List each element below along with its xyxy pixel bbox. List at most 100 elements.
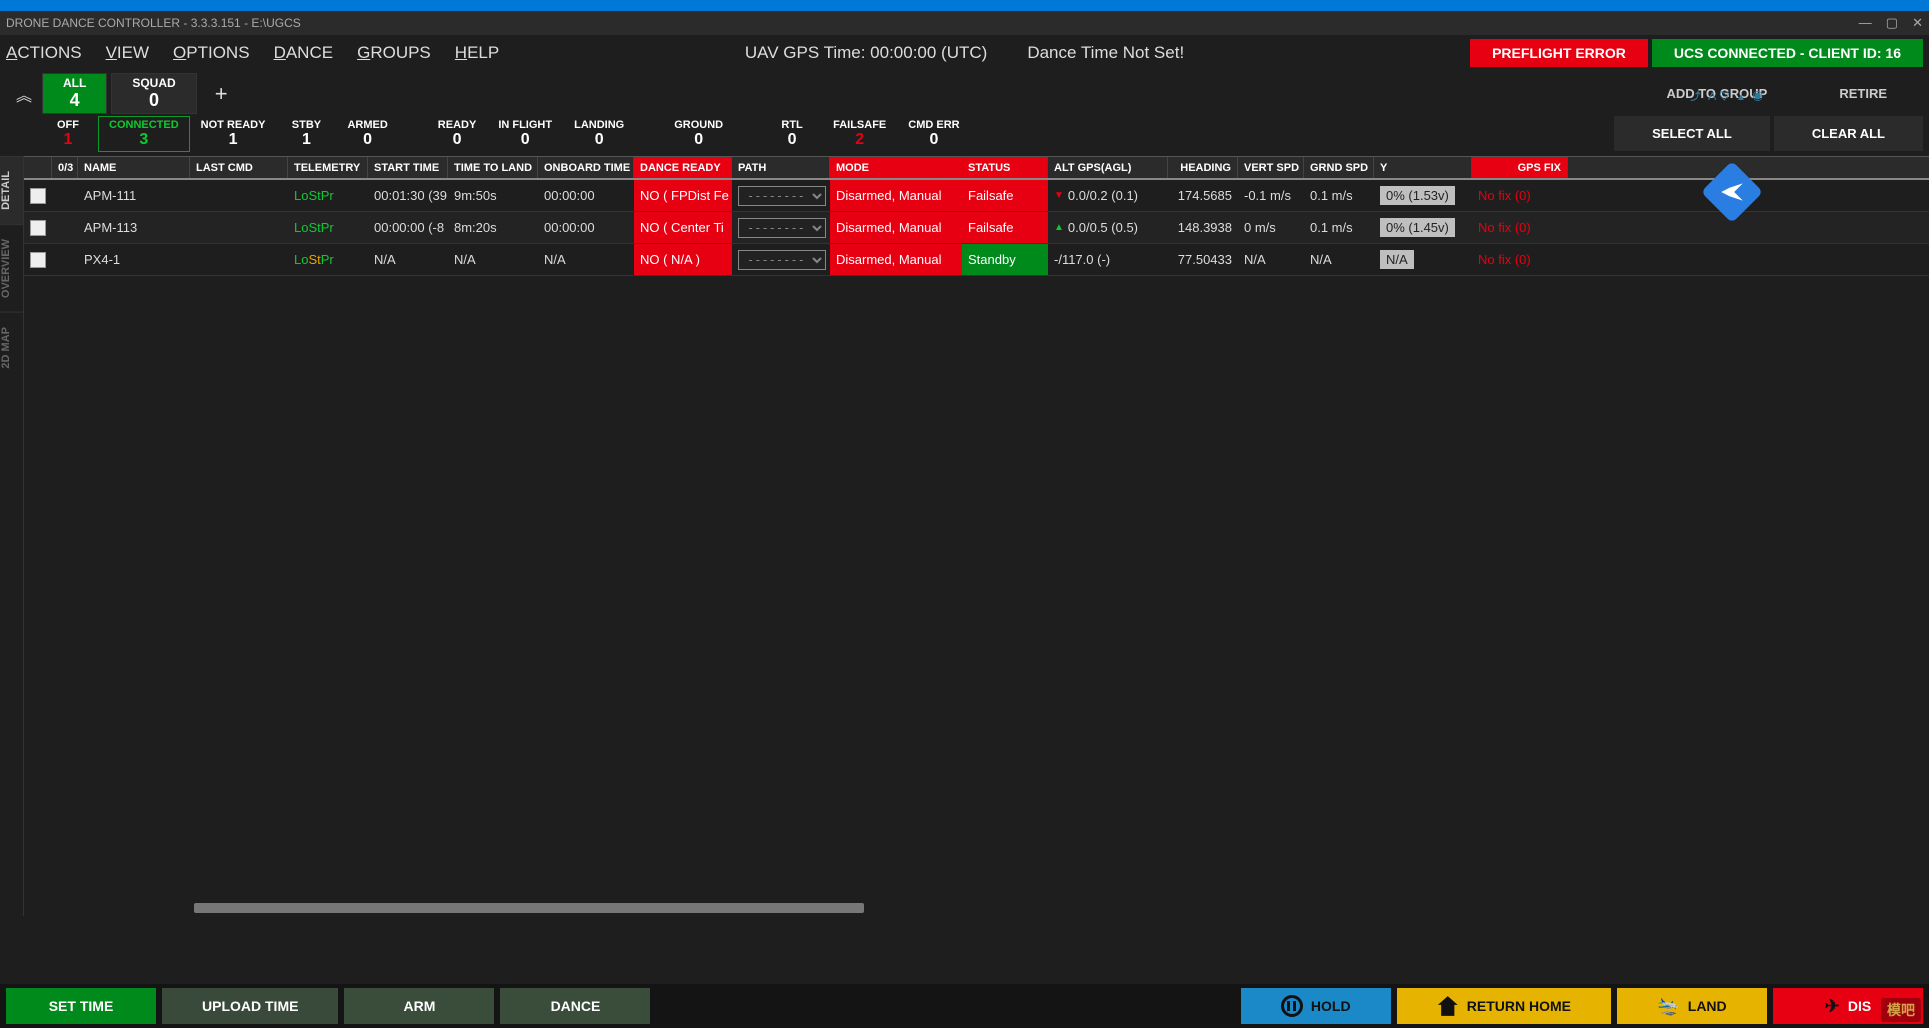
menu-groups[interactable]: GROUPS — [357, 43, 431, 63]
dance-ready-cell: NO ( FPDist Fe — [634, 180, 732, 211]
tab-overview[interactable]: OVERVIEW — [0, 224, 23, 312]
col-alt-gps[interactable]: ALT GPS(AGL) — [1048, 157, 1168, 178]
arm-button[interactable]: ARM — [344, 988, 494, 1024]
ucs-connected-badge: UCS CONNECTED - CLIENT ID: 16 — [1652, 39, 1923, 67]
land-button[interactable]: 🛬LAND — [1617, 988, 1767, 1024]
group-squad-label: SQUAD — [132, 76, 175, 90]
grnd-spd-cell: 0.1 m/s — [1304, 180, 1374, 211]
row-checkbox[interactable] — [30, 252, 46, 268]
mode-cell: Disarmed, Manual — [830, 180, 962, 211]
table-row[interactable]: PX4-1Lo St PrN/AN/AN/ANO ( N/A )--------… — [24, 244, 1929, 276]
alt-cell: ▼0.0/0.2 (0.1) — [1048, 180, 1168, 211]
gps-fix-cell: No fix (0) — [1472, 244, 1568, 275]
col-grnd-spd[interactable]: GRND SPD — [1304, 157, 1374, 178]
col-name[interactable]: NAME — [78, 157, 190, 178]
drone-name: APM-111 — [78, 180, 190, 211]
drone-name: APM-113 — [78, 212, 190, 243]
col-onboard-time[interactable]: ONBOARD TIME — [538, 157, 634, 178]
path-select[interactable]: --------------- — [738, 250, 826, 270]
col-gps-fix[interactable]: GPS FIX — [1472, 157, 1568, 178]
status-cell: Standby — [962, 244, 1048, 275]
clear-all-button[interactable]: CLEAR ALL — [1774, 116, 1923, 151]
start-time-cell: 00:00:00 (-8 — [368, 212, 448, 243]
upload-time-button[interactable]: UPLOAD TIME — [162, 988, 338, 1024]
col-time-to-land[interactable]: TIME TO LAND — [448, 157, 538, 178]
onboard-time-cell: 00:00:00 — [538, 212, 634, 243]
tab-2d-map[interactable]: 2D MAP — [0, 312, 23, 383]
stat-connected[interactable]: CONNECTED3 — [98, 116, 190, 152]
stat-in-flight[interactable]: IN FLIGHT0 — [487, 116, 563, 152]
tab-detail[interactable]: DETAIL — [0, 156, 23, 224]
pause-icon — [1281, 995, 1303, 1017]
time-to-land-cell: N/A — [448, 244, 538, 275]
group-squad-button[interactable]: SQUAD 0 — [111, 73, 196, 114]
stat-cmd-err[interactable]: CMD ERR0 — [897, 116, 970, 152]
col-battery[interactable]: Y — [1374, 157, 1472, 178]
grnd-spd-cell: N/A — [1304, 244, 1374, 275]
gps-fix-cell: No fix (0) — [1472, 180, 1568, 211]
col-selection[interactable]: 0/3 — [52, 157, 78, 178]
preflight-error-badge[interactable]: PREFLIGHT ERROR — [1470, 39, 1648, 67]
telemetry-cell: Lo St Pr — [288, 212, 368, 243]
gps-time-label: UAV GPS Time: 00:00:00 (UTC) — [745, 43, 987, 63]
select-all-button[interactable]: SELECT ALL — [1614, 116, 1770, 151]
col-vert-spd[interactable]: VERT SPD — [1238, 157, 1304, 178]
col-dance-ready[interactable]: DANCE READY — [634, 157, 732, 178]
battery-cell: 0% (1.45v) — [1380, 218, 1455, 237]
bottom-toolbar: SET TIME UPLOAD TIME ARM DANCE HOLD RETU… — [0, 984, 1929, 1028]
telemetry-cell: Lo St Pr — [288, 180, 368, 211]
return-home-button[interactable]: RETURN HOME — [1397, 988, 1611, 1024]
group-all-button[interactable]: ALL 4 — [42, 73, 107, 114]
add-group-button[interactable]: + — [201, 81, 242, 107]
col-telemetry[interactable]: TELEMETRY — [288, 157, 368, 178]
col-path[interactable]: PATH — [732, 157, 830, 178]
menu-dance[interactable]: DANCE — [274, 43, 334, 63]
menu-help[interactable]: HELP — [455, 43, 499, 63]
telemetry-cell: Lo St Pr — [288, 244, 368, 275]
row-checkbox[interactable] — [30, 188, 46, 204]
collapse-chevron-icon[interactable]: ︽ — [6, 82, 42, 106]
heading-cell: 148.3938 — [1168, 212, 1238, 243]
minimize-button[interactable]: — — [1859, 15, 1872, 31]
stat-ground[interactable]: GROUND0 — [663, 116, 734, 152]
path-select[interactable]: --------------- — [738, 218, 826, 238]
horizontal-scrollbar[interactable] — [64, 900, 1929, 916]
dance-ready-cell: NO ( N/A ) — [634, 244, 732, 275]
stat-ready[interactable]: READY0 — [427, 116, 488, 152]
onboard-time-cell: 00:00:00 — [538, 180, 634, 211]
table-row[interactable]: APM-111Lo St Pr00:01:30 (399m:50s00:00:0… — [24, 180, 1929, 212]
col-heading[interactable]: HEADING — [1168, 157, 1238, 178]
maximize-button[interactable]: ▢ — [1886, 15, 1898, 31]
stat-off[interactable]: OFF1 — [38, 116, 98, 152]
menu-options[interactable]: OPTIONS — [173, 43, 250, 63]
col-status[interactable]: STATUS — [962, 157, 1048, 178]
table-row[interactable]: APM-113Lo St Pr00:00:00 (-88m:20s00:00:0… — [24, 212, 1929, 244]
stat-failsafe[interactable]: FAILSAFE2 — [822, 116, 897, 152]
add-to-group-button[interactable]: ADD TO GROUP⤴ ∧♡ ▲ ◉ — [1630, 76, 1803, 111]
close-button[interactable]: ✕ — [1912, 15, 1923, 31]
group-squad-count: 0 — [132, 90, 175, 111]
stat-rtl[interactable]: RTL0 — [762, 116, 822, 152]
retire-button[interactable]: RETIRE — [1803, 76, 1923, 111]
path-select[interactable]: --------------- — [738, 186, 826, 206]
row-checkbox[interactable] — [30, 220, 46, 236]
battery-cell: 0% (1.53v) — [1380, 186, 1455, 205]
gps-fix-cell: No fix (0) — [1472, 212, 1568, 243]
set-time-button[interactable]: SET TIME — [6, 988, 156, 1024]
mode-cell: Disarmed, Manual — [830, 212, 962, 243]
col-last-cmd[interactable]: LAST CMD — [190, 157, 288, 178]
group-all-count: 4 — [63, 90, 86, 111]
menu-view[interactable]: VIEW — [106, 43, 149, 63]
col-start-time[interactable]: START TIME — [368, 157, 448, 178]
dance-button[interactable]: DANCE — [500, 988, 650, 1024]
menu-actions[interactable]: ACTIONS — [6, 43, 82, 63]
stat-not-ready[interactable]: NOT READY1 — [190, 116, 277, 152]
dance-ready-cell: NO ( Center Ti — [634, 212, 732, 243]
col-mode[interactable]: MODE — [830, 157, 962, 178]
stat-landing[interactable]: LANDING0 — [563, 116, 635, 152]
stat-stby[interactable]: STBY1 — [276, 116, 336, 152]
hold-button[interactable]: HOLD — [1241, 988, 1391, 1024]
stat-armed[interactable]: ARMED0 — [336, 116, 398, 152]
home-icon — [1437, 995, 1459, 1017]
status-cell: Failsafe — [962, 212, 1048, 243]
